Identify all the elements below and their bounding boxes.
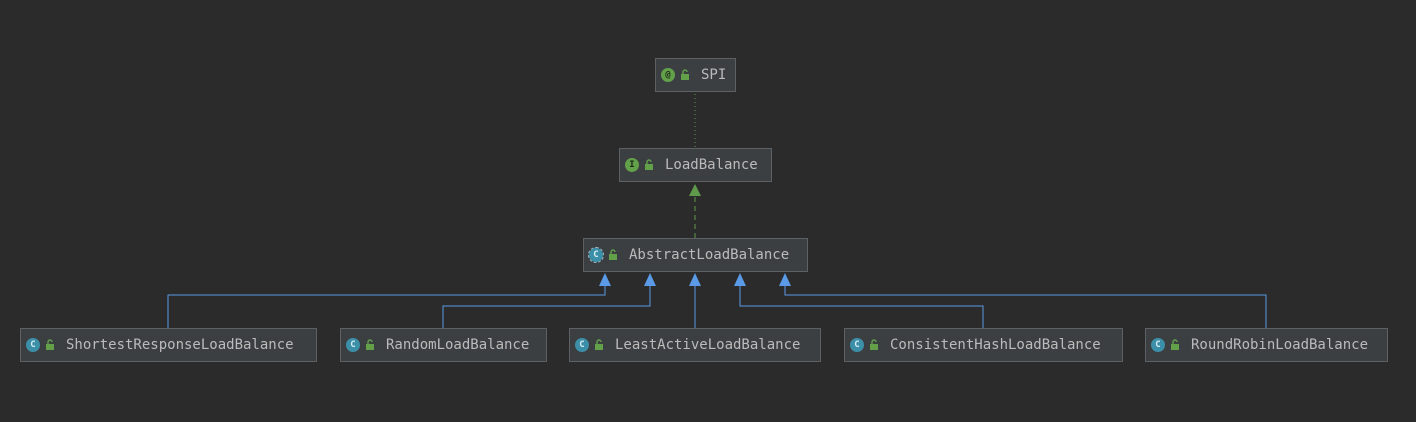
edge-extends-round-robin: [784, 285, 1267, 329]
node-least-active-load-balance[interactable]: C LeastActiveLoadBalance: [569, 328, 821, 362]
node-label: ShortestResponseLoadBalance: [66, 337, 294, 353]
node-label: LeastActiveLoadBalance: [615, 337, 801, 353]
class-icon: C: [1151, 338, 1165, 352]
node-random-load-balance[interactable]: C RandomLoadBalance: [340, 328, 547, 362]
public-lock-icon: [1171, 339, 1179, 350]
node-spi[interactable]: @ SPI: [655, 58, 736, 92]
node-consistent-hash-load-balance[interactable]: C ConsistentHashLoadBalance: [844, 328, 1123, 362]
public-lock-icon: [366, 339, 374, 350]
node-abstract-load-balance[interactable]: C AbstractLoadBalance: [583, 238, 808, 272]
public-lock-icon: [595, 339, 603, 350]
extends-arrowhead-3: [689, 273, 701, 286]
extends-arrowhead-5: [779, 273, 791, 286]
edge-extends-random: [442, 285, 651, 329]
class-icon: C: [26, 338, 40, 352]
node-label: RoundRobinLoadBalance: [1191, 337, 1369, 353]
public-lock-icon: [609, 249, 617, 260]
public-lock-icon: [870, 339, 878, 350]
node-shortest-response-load-balance[interactable]: C ShortestResponseLoadBalance: [20, 328, 317, 362]
node-label: ConsistentHashLoadBalance: [890, 337, 1101, 353]
node-label: RandomLoadBalance: [386, 337, 530, 353]
node-label: AbstractLoadBalance: [629, 247, 790, 263]
implements-arrowhead: [689, 184, 701, 196]
node-load-balance[interactable]: I LoadBalance: [619, 148, 772, 182]
class-icon: C: [346, 338, 360, 352]
public-lock-icon: [645, 159, 653, 170]
public-lock-icon: [681, 69, 689, 80]
public-lock-icon: [46, 339, 54, 350]
interface-icon: I: [625, 158, 639, 172]
extends-arrowhead-4: [734, 273, 746, 286]
class-icon: C: [850, 338, 864, 352]
edge-extends-consistent-hash: [739, 285, 984, 329]
edge-extends-shortest-response: [167, 285, 606, 329]
annotation-icon: @: [661, 68, 675, 82]
node-round-robin-load-balance[interactable]: C RoundRobinLoadBalance: [1145, 328, 1388, 362]
class-icon: C: [575, 338, 589, 352]
node-label: SPI: [701, 67, 727, 83]
node-label: LoadBalance: [665, 157, 758, 173]
abstract-class-icon: C: [588, 247, 604, 263]
extends-arrowhead-2: [644, 273, 656, 286]
extends-arrowhead-1: [599, 273, 611, 286]
